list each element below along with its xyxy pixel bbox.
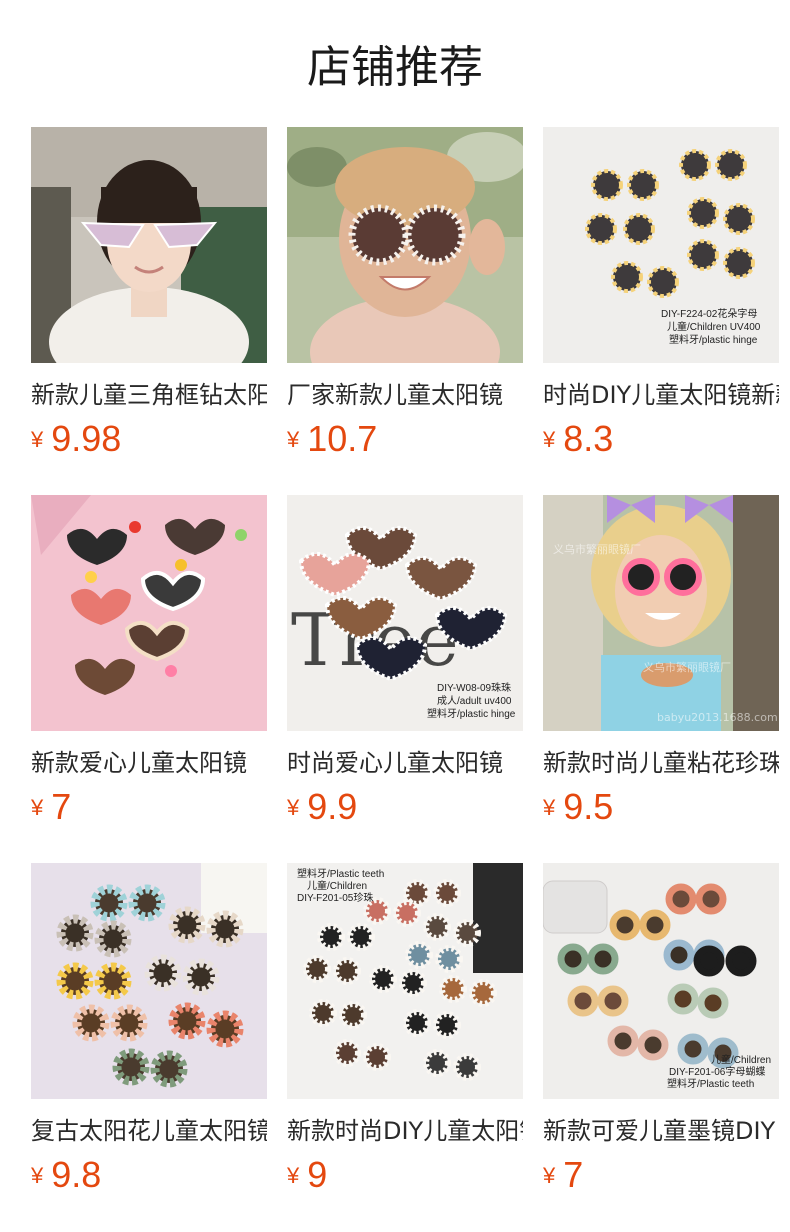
image-caption: 塑料牙/plastic hinge (427, 707, 516, 720)
product-image[interactable] (31, 495, 267, 731)
image-caption: DIY-F201-05珍珠 (297, 891, 373, 904)
product-image[interactable] (31, 863, 267, 1099)
product-card[interactable]: 义乌市繁丽眼镜厂 义乌市繁丽眼镜厂 babyu2013.1688.com 新款时… (543, 495, 779, 829)
product-image[interactable]: Tree DIY-W08-09珠珠 成人/adult uv400 塑料牙/pla… (287, 495, 523, 731)
currency-symbol: ¥ (543, 1163, 556, 1188)
image-caption: DIY-F224-02花朵字母 (661, 307, 757, 320)
product-card[interactable]: 塑料牙/Plastic teeth 儿童/Children DIY-F201-0… (287, 863, 523, 1197)
product-price: ¥9.8 (31, 1153, 267, 1197)
currency-symbol: ¥ (543, 795, 556, 820)
image-caption: 塑料牙/Plastic teeth (667, 1077, 754, 1090)
price-value: 9.5 (563, 786, 614, 827)
heart-sunglasses-photo (31, 495, 267, 731)
price-value: 9 (307, 1154, 328, 1195)
product-card[interactable]: 厂家新款儿童太阳镜 ¥10.7 (287, 127, 523, 461)
product-price: ¥8.3 (543, 417, 779, 461)
product-image[interactable] (31, 127, 267, 363)
currency-symbol: ¥ (31, 427, 44, 452)
girl-bows-photo: 义乌市繁丽眼镜厂 义乌市繁丽眼镜厂 babyu2013.1688.com (543, 495, 779, 731)
watermark-text: 义乌市繁丽眼镜厂 (553, 542, 641, 556)
product-image[interactable]: 塑料牙/Plastic teeth 儿童/Children DIY-F201-0… (287, 863, 523, 1099)
price-value: 9.8 (51, 1154, 102, 1195)
product-name[interactable]: 新款爱心儿童太阳镜 (31, 745, 267, 781)
product-image[interactable]: 儿童/Children DIY-F201-06字母蝴蝶 塑料牙/Plastic … (543, 863, 779, 1099)
page-title: 店铺推荐 (307, 42, 483, 93)
currency-symbol: ¥ (287, 1163, 300, 1188)
girl-sunglasses-photo (31, 127, 267, 363)
currency-symbol: ¥ (31, 795, 44, 820)
product-price: ¥9.5 (543, 785, 779, 829)
product-card[interactable]: 新款爱心儿童太阳镜 ¥7 (31, 495, 267, 829)
currency-symbol: ¥ (287, 795, 300, 820)
currency-symbol: ¥ (543, 427, 556, 452)
product-price: ¥9.9 (287, 785, 523, 829)
image-caption: DIY-F201-06字母蝴蝶 (669, 1065, 765, 1078)
product-image[interactable]: DIY-F224-02花朵字母 儿童/Children UV400 塑料牙/pl… (543, 127, 779, 363)
product-price: ¥9.98 (31, 417, 267, 461)
product-card[interactable]: Tree DIY-W08-09珠珠 成人/adult uv400 塑料牙/pla… (287, 495, 523, 829)
sunflower-sunglasses-photo (31, 863, 267, 1099)
price-value: 7 (51, 786, 72, 827)
product-name[interactable]: 新款时尚儿童粘花珍珠 (543, 745, 779, 781)
heart-pearl-sunglasses-photo: Tree DIY-W08-09珠珠 成人/adult uv400 塑料牙/pla… (287, 495, 523, 731)
pastel-sunglasses-photo: 儿童/Children DIY-F201-06字母蝴蝶 塑料牙/Plastic … (543, 863, 779, 1099)
price-value: 9.9 (307, 786, 358, 827)
price-value: 7 (563, 1154, 584, 1195)
product-name[interactable]: 新款可爱儿童墨镜DIY (543, 1113, 779, 1149)
currency-symbol: ¥ (287, 427, 300, 452)
image-caption: 成人/adult uv400 (437, 695, 512, 707)
product-name[interactable]: 时尚DIY儿童太阳镜新款 (543, 377, 779, 413)
price-value: 9.98 (51, 418, 122, 459)
watermark-text: babyu2013.1688.com (657, 711, 778, 724)
product-card[interactable]: 新款儿童三角框钻太阳镜 ¥9.98 (31, 127, 267, 461)
product-name[interactable]: 新款儿童三角框钻太阳镜 (31, 377, 267, 413)
watermark-text: 义乌市繁丽眼镜厂 (643, 660, 731, 674)
product-price: ¥7 (543, 1153, 779, 1197)
product-card[interactable]: DIY-F224-02花朵字母 儿童/Children UV400 塑料牙/pl… (543, 127, 779, 461)
image-caption: DIY-W08-09珠珠 (437, 681, 511, 694)
pearl-round-sunglasses-photo: 塑料牙/Plastic teeth 儿童/Children DIY-F201-0… (287, 863, 523, 1099)
image-caption: 儿童/Children (711, 1053, 771, 1066)
product-card[interactable]: 复古太阳花儿童太阳镜 ¥9.8 (31, 863, 267, 1197)
product-price: ¥7 (31, 785, 267, 829)
currency-symbol: ¥ (31, 1163, 44, 1188)
product-name[interactable]: 厂家新款儿童太阳镜 (287, 377, 523, 413)
price-value: 10.7 (307, 418, 378, 459)
product-image[interactable] (287, 127, 523, 363)
image-caption: 塑料牙/Plastic teeth (297, 867, 384, 880)
price-value: 8.3 (563, 418, 614, 459)
product-price: ¥9 (287, 1153, 523, 1197)
flower-sunglasses-photo: DIY-F224-02花朵字母 儿童/Children UV400 塑料牙/pl… (543, 127, 779, 363)
image-caption: 儿童/Children (307, 879, 367, 892)
product-price: ¥10.7 (287, 417, 523, 461)
image-caption: 儿童/Children UV400 (667, 320, 761, 333)
product-name[interactable]: 时尚爱心儿童太阳镜 (287, 745, 523, 781)
product-name[interactable]: 新款时尚DIY儿童太阳镜 (287, 1113, 523, 1149)
product-image[interactable]: 义乌市繁丽眼镜厂 义乌市繁丽眼镜厂 babyu2013.1688.com (543, 495, 779, 731)
product-name[interactable]: 复古太阳花儿童太阳镜 (31, 1113, 267, 1149)
image-caption: 塑料牙/plastic hinge (669, 333, 758, 346)
toddler-sunglasses-photo (287, 127, 523, 363)
product-card[interactable]: 儿童/Children DIY-F201-06字母蝴蝶 塑料牙/Plastic … (543, 863, 779, 1197)
